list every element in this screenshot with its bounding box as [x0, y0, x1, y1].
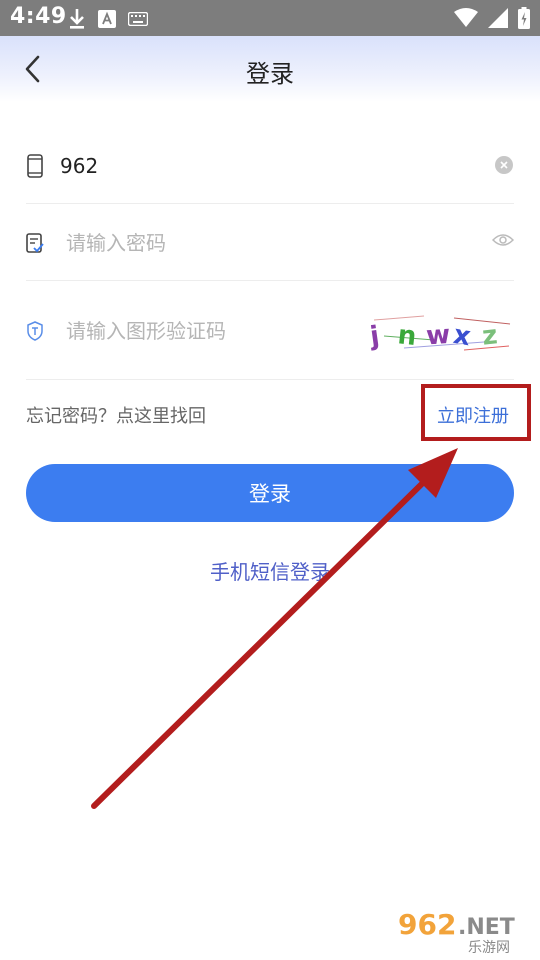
forgot-password-link[interactable]: 忘记密码？点这里找回 [26, 402, 206, 428]
watermark-logo: 962 .NET 乐游网 [398, 908, 515, 956]
captcha-char: n [396, 320, 418, 352]
phone-icon [27, 153, 43, 178]
font-icon [98, 10, 116, 28]
eye-icon[interactable] [492, 232, 514, 248]
status-time: 4:49 [10, 4, 67, 29]
captcha-char: w [425, 320, 451, 352]
svg-text:962: 962 [398, 908, 456, 941]
captcha-field-row: jnwxz [26, 282, 514, 380]
battery-icon [518, 7, 530, 29]
login-button[interactable]: 登录 [26, 464, 514, 522]
sms-login-link[interactable]: 手机短信登录 [0, 556, 540, 585]
svg-text:.NET: .NET [458, 915, 515, 940]
phone-input[interactable] [60, 148, 440, 183]
captcha-char: j [367, 321, 381, 352]
wifi-icon [454, 8, 478, 27]
login-screen: 4:49 登录 962 请输入图形验证码 j n w x z 忘记密码？点这里找… [0, 0, 540, 960]
password-field-row [26, 205, 514, 281]
keyboard-icon [128, 12, 148, 26]
status-notification-icons [68, 8, 148, 30]
signal-icon [488, 8, 508, 28]
page-title: 登录 [246, 60, 294, 88]
captcha-char: x [451, 320, 473, 352]
register-link[interactable]: 立即注册 [437, 402, 509, 428]
phone-field-row [26, 128, 514, 204]
password-input[interactable] [66, 225, 446, 260]
clear-icon[interactable] [494, 155, 514, 175]
download-icon [70, 9, 84, 29]
password-icon [26, 232, 44, 253]
app-header: 登录 [0, 36, 540, 102]
shield-icon [27, 320, 43, 341]
captcha-char: z [481, 320, 499, 351]
captcha-image[interactable]: jnwxz [364, 312, 514, 354]
status-system-icons [454, 7, 530, 29]
svg-text:乐游网: 乐游网 [468, 940, 510, 956]
status-bar: 4:49 [0, 0, 540, 36]
